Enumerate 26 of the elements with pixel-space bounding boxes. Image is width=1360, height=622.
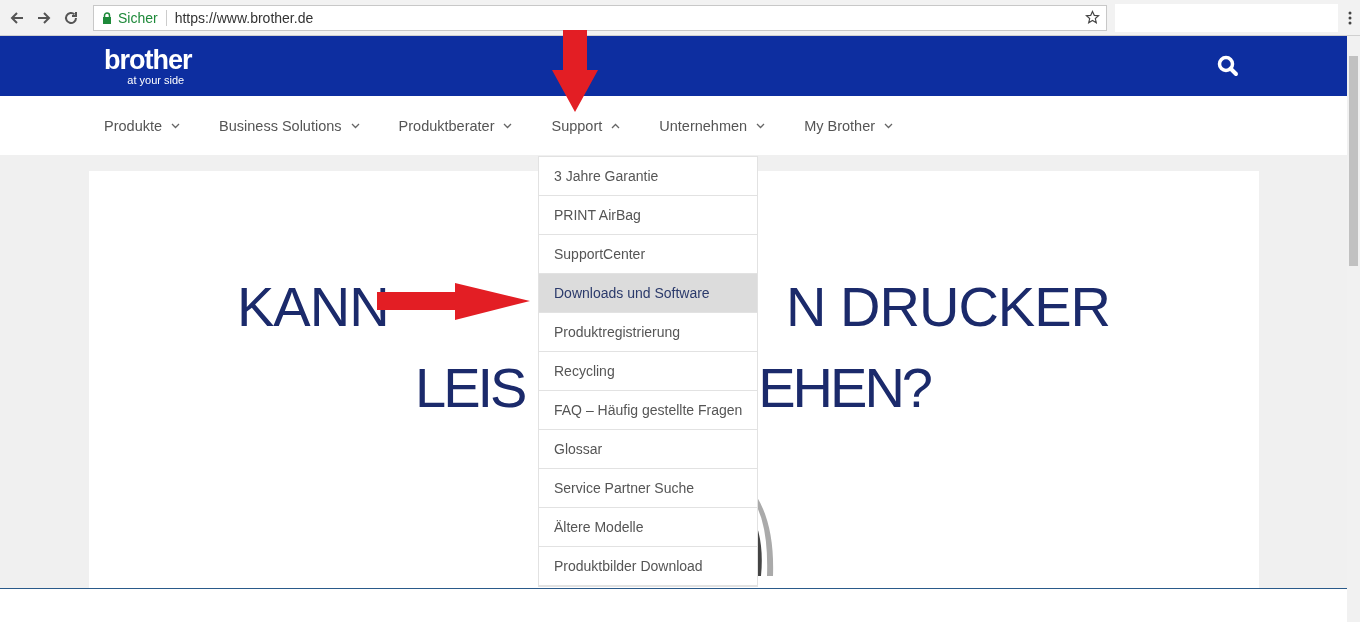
chevron-down-icon xyxy=(171,122,181,129)
menu-item[interactable]: Downloads und Software xyxy=(539,274,757,313)
chevron-down-icon xyxy=(884,122,894,129)
search-icon[interactable] xyxy=(1217,55,1239,77)
nav-item[interactable]: Support xyxy=(551,117,621,134)
nav-item[interactable]: Produktberater xyxy=(398,117,513,134)
headline-text: KANN xyxy=(237,274,389,340)
headline-text: EHEN? xyxy=(758,355,930,421)
menu-icon[interactable] xyxy=(1348,10,1352,25)
headline-text: LEIS xyxy=(415,355,525,421)
nav-item[interactable]: My Brother xyxy=(804,117,894,134)
nav-item[interactable]: Business Solutions xyxy=(219,117,360,134)
star-icon[interactable] xyxy=(1085,10,1100,25)
url-text: https://www.brother.de xyxy=(174,9,314,26)
nav-item[interactable]: Produkte xyxy=(104,117,181,134)
logo-name[interactable]: brother xyxy=(104,46,192,74)
chevron-down-icon xyxy=(503,122,513,129)
nav-item[interactable]: Unternehmen xyxy=(659,117,766,134)
logo-tagline: at your side xyxy=(127,74,185,86)
chevron-up-icon xyxy=(611,122,621,129)
security-label: Sicher xyxy=(118,9,167,26)
lock-icon xyxy=(102,11,112,24)
chevron-down-icon xyxy=(756,122,766,129)
address-bar[interactable]: Sicher https://www.brother.de xyxy=(93,4,1107,31)
chevron-down-icon xyxy=(350,122,360,129)
headline-text: N DRUCKER xyxy=(786,274,1110,340)
